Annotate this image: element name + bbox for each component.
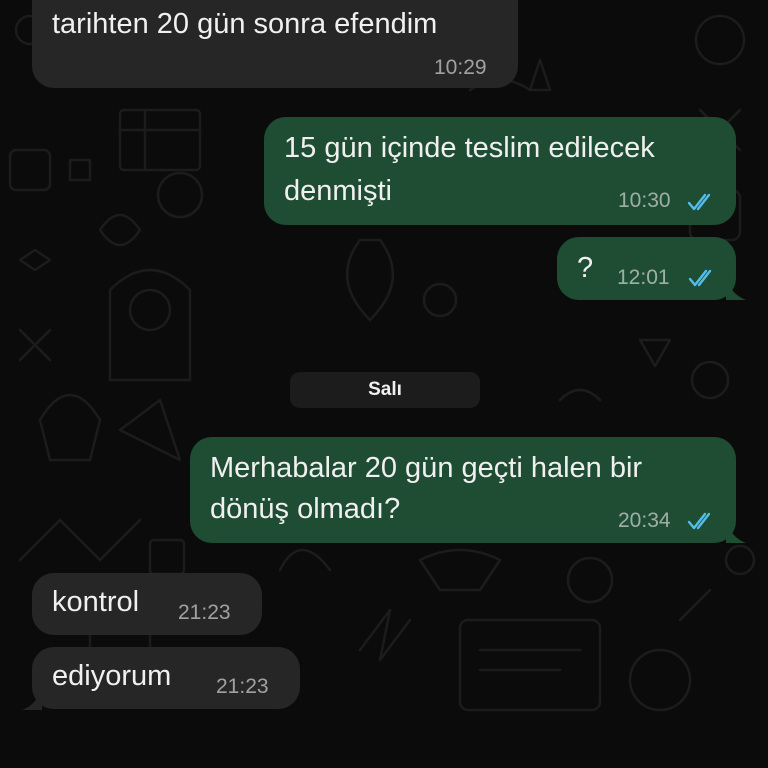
message-time: 21:23 [178, 601, 231, 624]
double-check-icon [688, 269, 712, 287]
message-time: 21:23 [216, 675, 269, 698]
message-time: 12:01 [617, 266, 670, 289]
bubble-tail [726, 519, 746, 543]
message-time: 20:34 [618, 509, 671, 532]
message-text: denmişti [284, 175, 392, 207]
bubble-tail [22, 686, 42, 710]
message-text: kontrol [52, 586, 140, 618]
message-bubble-incoming[interactable]: kontrol 21:23 [32, 573, 262, 635]
message-text: ediyorum [52, 660, 172, 692]
message-bubble-outgoing[interactable]: ? 12:01 [557, 237, 736, 300]
message-text: tarihten 20 gün sonra efendim [52, 8, 438, 40]
bubble-tail [726, 276, 746, 300]
message-bubble-outgoing[interactable]: Merhabalar 20 gün geçti halen bir dönüş … [190, 437, 736, 543]
message-text: 15 gün içinde teslim edilecek [284, 132, 655, 164]
message-text: ? [577, 252, 594, 284]
day-separator: Salı [290, 372, 480, 408]
message-bubble-incoming[interactable]: tarihten 20 gün sonra efendim 10:29 [32, 0, 518, 88]
message-text: dönüş olmadı? [210, 493, 401, 525]
message-time: 10:30 [618, 189, 671, 212]
message-text: Merhabalar 20 gün geçti halen bir [210, 452, 643, 484]
chat-conversation: tarihten 20 gün sonra efendim 10:29 15 g… [0, 0, 768, 768]
double-check-icon [687, 512, 711, 530]
double-check-icon [687, 193, 711, 211]
message-bubble-incoming[interactable]: ediyorum 21:23 [32, 647, 300, 709]
message-time: 10:29 [434, 56, 487, 79]
message-bubble-outgoing[interactable]: 15 gün içinde teslim edilecek denmişti 1… [264, 117, 736, 225]
